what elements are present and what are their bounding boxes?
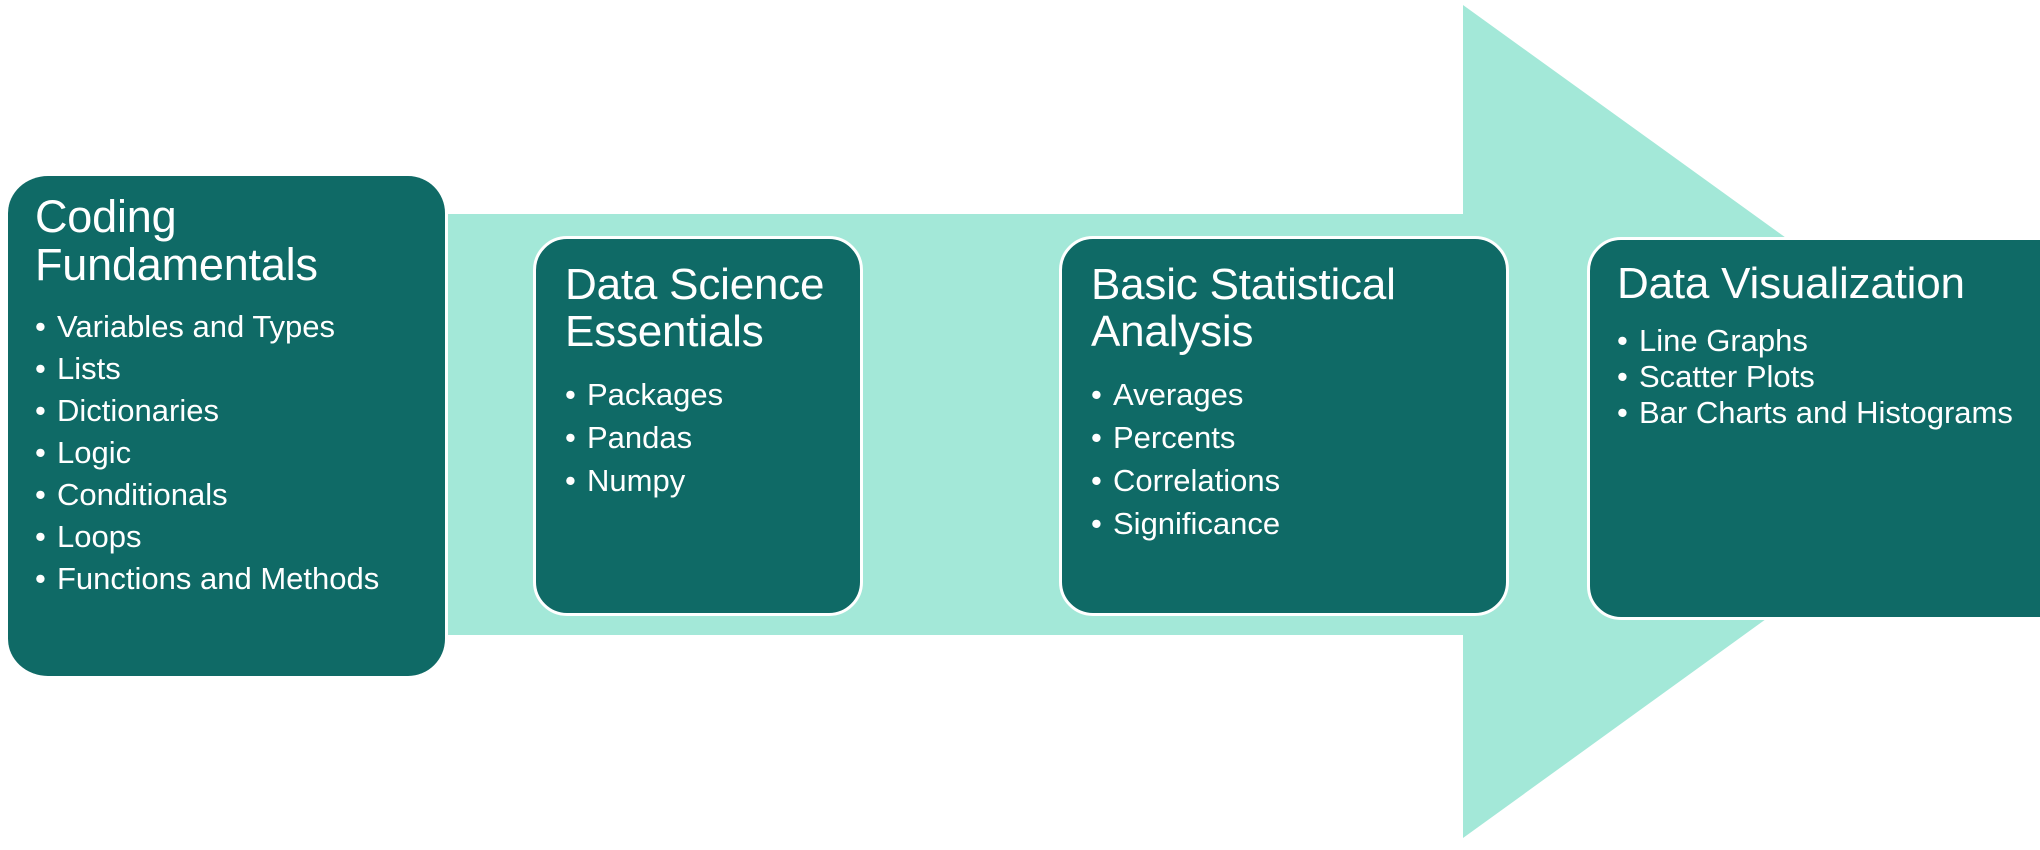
bullet-icon: •	[1617, 394, 1628, 430]
list-item-label: Significance	[1113, 505, 1281, 541]
stage-title: Data Visualization	[1617, 259, 1965, 308]
list-item: • Packages	[565, 379, 846, 411]
list-item-label: Functions and Methods	[57, 560, 380, 596]
bullet-icon: •	[1091, 420, 1102, 456]
list-item-label: Lists	[57, 351, 121, 387]
list-item-label: Dictionaries	[57, 393, 219, 429]
bullet-icon: •	[1091, 377, 1102, 413]
list-item: • Line Graphs	[1617, 325, 2040, 357]
stage-content: Data Visualization • Line Graphs • Scatter…	[1590, 240, 2040, 433]
bullet-icon: •	[1091, 463, 1102, 498]
bullet-icon: •	[35, 309, 46, 345]
stage-content: Basic Statistical Analysis • Averages • Pe…	[1062, 239, 1506, 551]
stage-title: Data Science Essentials	[565, 260, 825, 357]
list-item-label: Numpy	[587, 463, 686, 498]
bullet-icon: •	[35, 393, 46, 429]
stage-title: Basic Statistical Analysis	[1091, 260, 1396, 357]
list-item: • Loops	[35, 518, 427, 554]
stage-bullet-list: • Line Graphs • Scatter Plots • Bar Charts …	[1617, 325, 2040, 429]
stage-content: Coding Fundamentals • Variables and Types…	[8, 176, 445, 605]
bullet-icon: •	[1617, 323, 1628, 359]
list-item: • Correlations	[1091, 465, 1492, 497]
list-item: • Conditionals	[35, 479, 427, 511]
list-item: • Numpy	[565, 465, 846, 497]
list-item-label: Averages	[1113, 377, 1244, 413]
stage-card-data-science-essentials[interactable]: Data Science Essentials • Packages • Panda…	[533, 236, 863, 616]
list-item-label: Line Graphs	[1639, 323, 1808, 359]
list-item: • Variables and Types	[35, 311, 427, 343]
stage-bullet-list: • Packages • Pandas • Numpy	[565, 379, 846, 497]
list-item-label: Percents	[1113, 420, 1236, 456]
list-item: • Dictionaries	[35, 395, 427, 427]
list-item: • Functions and Methods	[35, 560, 427, 596]
stage-content: Data Science Essentials • Packages • Panda…	[536, 239, 860, 508]
bullet-icon: •	[35, 435, 46, 471]
bullet-icon: •	[35, 560, 46, 596]
list-item-label: Loops	[57, 518, 142, 554]
bullet-icon: •	[565, 377, 576, 413]
list-item-label: Logic	[57, 435, 132, 471]
list-item-label: Variables and Types	[57, 309, 336, 345]
bullet-icon: •	[35, 518, 46, 554]
list-item: • Scatter Plots	[1617, 361, 2040, 393]
list-item: • Lists	[35, 353, 427, 385]
bullet-icon: •	[35, 476, 46, 512]
stage-card-data-visualization[interactable]: Data Visualization • Line Graphs • Scatter…	[1587, 237, 2040, 620]
list-item-label: Pandas	[587, 420, 693, 456]
bullet-icon: •	[1091, 505, 1102, 541]
list-item: • Percents	[1091, 422, 1492, 454]
list-item: • Pandas	[565, 422, 846, 454]
bullet-icon: •	[565, 463, 576, 498]
bullet-icon: •	[35, 351, 46, 387]
list-item: • Significance	[1091, 505, 1492, 541]
stage-title: Coding Fundamentals	[35, 191, 318, 291]
list-item-label: Scatter Plots	[1639, 359, 1815, 394]
list-item-label: Conditionals	[57, 476, 228, 512]
list-item: • Logic	[35, 437, 427, 469]
bullet-icon: •	[1617, 359, 1628, 394]
list-item: • Averages	[1091, 379, 1492, 411]
stage-card-coding-fundamentals[interactable]: Coding Fundamentals • Variables and Types…	[8, 173, 448, 679]
list-item: • Bar Charts and Histograms	[1617, 394, 2040, 430]
list-item-label: Bar Charts and Histograms	[1639, 394, 2013, 430]
stage-bullet-list: • Variables and Types • Lists • Dictionarie…	[35, 311, 427, 594]
stage-bullet-list: • Averages • Percents • Correlations • Signi…	[1091, 379, 1492, 540]
diagram-canvas: Coding Fundamentals • Variables and Types…	[0, 0, 2040, 850]
bullet-icon: •	[565, 420, 576, 456]
list-item-label: Correlations	[1113, 463, 1281, 498]
list-item-label: Packages	[587, 377, 724, 413]
stage-card-basic-statistical-analysis[interactable]: Basic Statistical Analysis • Averages • Pe…	[1059, 236, 1509, 616]
